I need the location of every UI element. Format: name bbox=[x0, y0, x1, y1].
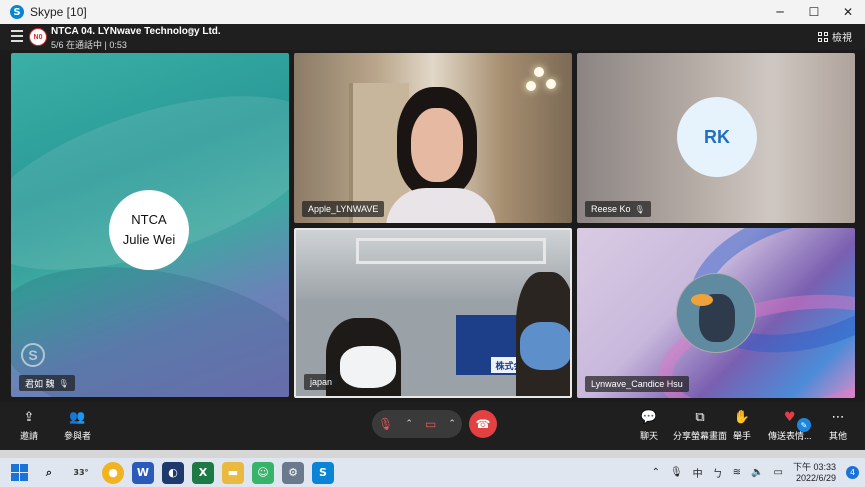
weather-widget[interactable]: 33° bbox=[68, 462, 94, 484]
pencil-badge-icon[interactable]: ✎ bbox=[797, 418, 811, 432]
participant-tile-reese[interactable]: RK Reese Ko 🎙 bbox=[577, 53, 855, 223]
participant-name: 君如 魏 bbox=[25, 378, 55, 389]
view-label: 檢視 bbox=[832, 33, 852, 44]
weather-temp: 33° bbox=[73, 468, 89, 477]
view-button[interactable]: 檢視 bbox=[818, 29, 852, 44]
system-tray: ⌃ 🎙 中 ㄅ ≋ 🔈 ▭ 下午 03:33 2022/6/29 4 bbox=[652, 458, 859, 487]
people-icon: 👥 bbox=[69, 409, 86, 425]
excel-icon[interactable]: X bbox=[192, 461, 214, 484]
search-icon[interactable]: ⌕ bbox=[38, 462, 60, 484]
video-grid: NTCA Julie Wei S 君如 魏 🎙 Apple_LYNWAVE RK bbox=[0, 50, 865, 402]
participant-avatar bbox=[676, 273, 756, 353]
share-screen-icon: ⧉ bbox=[695, 409, 705, 425]
battery-icon[interactable]: ▭ bbox=[774, 467, 783, 478]
participant-label: japan bbox=[304, 374, 339, 390]
chat-icon: 💬 bbox=[640, 409, 658, 425]
webex-icon[interactable]: ◐ bbox=[162, 461, 184, 484]
chat-button[interactable]: 💬 聊天 bbox=[640, 408, 658, 442]
media-controls: 🎙 ⌃ ▭ ⌃ bbox=[372, 410, 462, 438]
video-options-chevron-icon[interactable]: ⌃ bbox=[448, 419, 456, 429]
window-title: Skype [10] bbox=[30, 5, 87, 19]
settings-app-icon[interactable]: ⚙ bbox=[282, 461, 304, 484]
skype-logo-icon: S bbox=[10, 5, 24, 19]
minimize-button[interactable]: ─ bbox=[763, 0, 797, 24]
close-button[interactable]: ✕ bbox=[831, 0, 865, 24]
participants-button[interactable]: 👥 參與者 bbox=[64, 408, 91, 442]
line-icon[interactable]: ☺ bbox=[252, 461, 274, 484]
volume-icon[interactable]: 🔈 bbox=[751, 467, 763, 478]
participant-name: japan bbox=[310, 377, 333, 387]
word-icon[interactable]: W bbox=[132, 461, 154, 484]
more-dots-icon: ⋯ bbox=[831, 409, 845, 425]
participant-label: 君如 魏 🎙 bbox=[19, 375, 75, 391]
ime-indicator[interactable]: 中 bbox=[693, 465, 703, 480]
heart-icon: ♥ bbox=[783, 409, 796, 425]
participant-tile-julie[interactable]: NTCA Julie Wei S 君如 魏 🎙 bbox=[11, 53, 289, 397]
participant-name: Apple_LYNWAVE bbox=[308, 204, 379, 214]
clock-time: 下午 03:33 bbox=[792, 461, 836, 472]
clock-date: 2022/6/29 bbox=[795, 472, 836, 483]
participant-label: Apple_LYNWAVE bbox=[302, 201, 385, 217]
participant-name: Lynwave_Candice Hsu bbox=[591, 379, 683, 389]
call-header: N0 NTCA 04. LYNwave Technology Ltd. ⚙ 5/… bbox=[0, 24, 865, 50]
participant-tile-candice[interactable]: Lynwave_Candice Hsu bbox=[577, 228, 855, 398]
meeting-title: NTCA 04. LYNwave Technology Ltd. bbox=[51, 26, 221, 37]
call-controls: ⇪ 邀請 👥 參與者 🎙 ⌃ ▭ ⌃ ☎ 💬 聊天 ⧉ 分享螢幕畫面 ✋ 舉手 … bbox=[0, 402, 865, 450]
chrome-icon[interactable]: ● bbox=[102, 461, 124, 484]
mic-muted-icon: 🎙 bbox=[58, 378, 69, 388]
participant-name-bubble: NTCA Julie Wei bbox=[109, 190, 189, 270]
title-bar: S Skype [10] ─ ☐ ✕ bbox=[0, 0, 865, 24]
settings-icon[interactable]: ⚙ bbox=[187, 26, 195, 37]
skype-watermark-icon: S bbox=[21, 343, 45, 367]
share-upload-icon: ⇪ bbox=[23, 409, 35, 425]
bubble-line-1: NTCA bbox=[131, 212, 167, 227]
grid-view-icon bbox=[818, 31, 828, 42]
invite-button[interactable]: ⇪ 邀請 bbox=[20, 408, 38, 442]
more-button[interactable]: ⋯ 其他 bbox=[829, 408, 847, 442]
hand-icon: ✋ bbox=[733, 409, 751, 425]
skype-taskbar-icon[interactable]: S bbox=[312, 461, 334, 484]
skype-window: S Skype [10] ─ ☐ ✕ N0 NTCA 04. LYNwave T… bbox=[0, 0, 865, 487]
file-explorer-icon[interactable]: ▬ bbox=[222, 461, 244, 484]
participant-label: Lynwave_Candice Hsu bbox=[585, 376, 689, 392]
mic-off-button[interactable]: 🎙 bbox=[378, 417, 393, 431]
window-controls: ─ ☐ ✕ bbox=[763, 0, 865, 24]
participant-tile-japan[interactable]: 株式会社 japan bbox=[294, 228, 572, 398]
notification-badge[interactable]: 4 bbox=[846, 466, 859, 479]
maximize-button[interactable]: ☐ bbox=[797, 0, 831, 24]
mic-muted-icon: 🎙 bbox=[634, 204, 645, 214]
participant-tile-apple[interactable]: Apple_LYNWAVE bbox=[294, 53, 572, 223]
mic-options-chevron-icon[interactable]: ⌃ bbox=[405, 419, 413, 429]
input-mode-icon[interactable]: ㄅ bbox=[713, 465, 723, 480]
participant-name: Reese Ko bbox=[591, 204, 631, 214]
share-screen-button[interactable]: ⧉ 分享螢幕畫面 bbox=[673, 408, 727, 442]
raise-hand-button[interactable]: ✋ 舉手 bbox=[733, 408, 751, 442]
video-off-button[interactable]: ▭ bbox=[425, 417, 436, 431]
participant-initials-avatar: RK bbox=[677, 97, 757, 177]
participant-label: Reese Ko 🎙 bbox=[585, 201, 651, 217]
background-document-strip bbox=[0, 450, 865, 458]
clock[interactable]: 下午 03:33 2022/6/29 bbox=[793, 462, 836, 484]
chevron-up-icon[interactable]: ⌃ bbox=[652, 467, 660, 478]
hang-up-button[interactable]: ☎ bbox=[469, 410, 497, 438]
taskbar: ⌕ 33° ● W ◐ X ▬ ☺ ⚙ S ⌃ 🎙 中 ㄅ ≋ 🔈 ▭ 下午 0… bbox=[0, 458, 865, 487]
bubble-line-2: Julie Wei bbox=[122, 232, 176, 247]
menu-icon[interactable] bbox=[11, 30, 23, 45]
wifi-icon[interactable]: ≋ bbox=[733, 467, 741, 478]
windows-start-icon[interactable] bbox=[8, 462, 30, 484]
group-avatar[interactable]: N0 bbox=[29, 28, 47, 46]
microphone-icon[interactable]: 🎙 bbox=[670, 467, 683, 478]
